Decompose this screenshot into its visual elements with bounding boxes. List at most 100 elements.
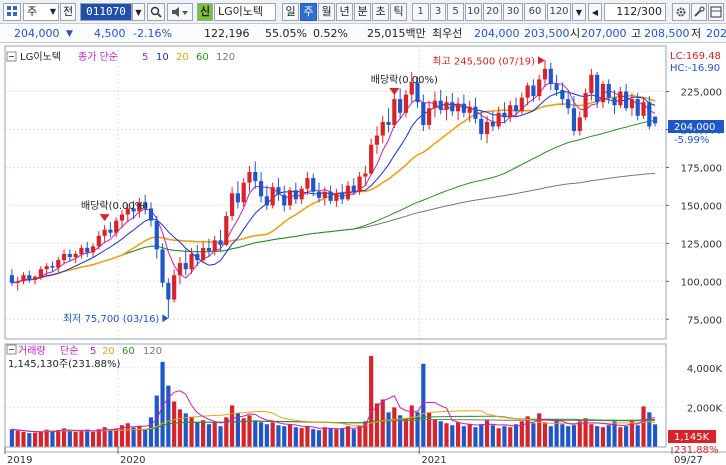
candle-body	[96, 235, 101, 247]
volume-bar	[299, 428, 304, 447]
period-button-6[interactable]: 틱	[390, 3, 407, 21]
period-button-3[interactable]: 년	[336, 3, 353, 21]
candle-body	[473, 106, 478, 119]
chevron-left-icon: ◀	[591, 8, 599, 17]
volume-bar	[270, 422, 275, 447]
settings-button[interactable]	[672, 3, 690, 21]
wrench-icon	[694, 6, 705, 17]
market-select[interactable]: 주 ▼	[23, 3, 59, 21]
tools-button[interactable]	[691, 3, 707, 21]
code-dropdown-button[interactable]: ▼	[132, 3, 145, 21]
volume-bar	[357, 425, 362, 447]
candle-body	[392, 99, 397, 125]
candle-body	[79, 247, 84, 254]
volume-bar	[90, 431, 96, 447]
candle-body	[85, 247, 90, 253]
volume-bar	[241, 418, 246, 447]
lc-label: LC:169.48	[670, 51, 721, 62]
legend-ma120: 120	[216, 52, 235, 63]
candle-body	[531, 85, 536, 97]
candle-body	[212, 240, 217, 251]
period-button-0[interactable]: 일	[282, 3, 299, 21]
candle-body	[589, 74, 594, 94]
turnover-ratio: 0.52%	[313, 27, 348, 40]
best-bid-price-2: 203,500	[524, 27, 570, 40]
interval-button-3[interactable]: 3	[430, 3, 446, 21]
candle-body	[235, 193, 240, 203]
volume-bar	[635, 425, 640, 447]
candle-body	[229, 193, 235, 217]
candle-body	[166, 282, 171, 300]
volume-bar	[444, 423, 449, 447]
volume-bar	[73, 431, 78, 447]
volume-bar	[525, 416, 530, 447]
candle-body	[172, 275, 177, 300]
volume-bar	[566, 426, 571, 447]
interval-button-1[interactable]: 1	[412, 3, 429, 21]
candle-body	[566, 99, 571, 109]
candle-body	[461, 103, 466, 113]
speaker-icon	[172, 7, 188, 17]
volume-bar	[264, 424, 269, 447]
period-button-2[interactable]: 월	[318, 3, 335, 21]
period-button-5[interactable]: 초	[372, 3, 389, 21]
chevron-down-icon: ▼	[135, 8, 142, 17]
price-tick-label: 225,000	[681, 88, 722, 99]
interval-button-5[interactable]: 5	[447, 3, 464, 21]
interval-button-30[interactable]: 30	[503, 3, 523, 21]
volume-bar	[479, 424, 484, 447]
candle-body	[73, 253, 78, 258]
volume-bar	[606, 425, 611, 447]
stock-code-input[interactable]: 011070	[80, 3, 132, 21]
period-button-4[interactable]: 분	[354, 3, 371, 21]
down-triangle-icon: ▼	[66, 29, 73, 39]
time-tick-label: 2020	[120, 455, 145, 465]
candle-body	[253, 172, 258, 182]
grid-icon	[7, 6, 17, 16]
stock-chart[interactable]: 최고 245,500 (07/19) 최저 75,700 (03/16) 배당락(0…	[0, 44, 726, 465]
interval-button-60[interactable]: 60	[524, 3, 546, 21]
nav-prev-button[interactable]: ◀	[588, 3, 602, 21]
candle-body	[548, 68, 553, 84]
candle-body	[363, 173, 368, 177]
time-tick-label: 2021	[421, 455, 446, 465]
layout-button[interactable]	[708, 3, 724, 21]
window-control-icon[interactable]	[3, 3, 21, 21]
volume-bar	[148, 417, 154, 447]
price-tick-label: 100,000	[681, 277, 722, 288]
sound-button[interactable]	[167, 3, 193, 21]
period-button-1[interactable]: 주	[300, 3, 317, 21]
volume-bar	[624, 426, 629, 447]
volume-bar	[253, 420, 258, 447]
search-button[interactable]	[147, 3, 165, 21]
candle-body	[450, 102, 455, 112]
interval-button-20[interactable]: 20	[483, 3, 502, 21]
last-price-label: 204,000	[674, 122, 715, 133]
volume-bar	[432, 419, 438, 447]
last-volume-ratio-label: 231.88%	[674, 445, 719, 456]
volume-bar	[276, 425, 281, 447]
candle-body	[595, 74, 600, 103]
candle-body	[299, 188, 304, 200]
candle-body	[322, 191, 327, 198]
volume-bar	[398, 415, 403, 447]
bar-count-field[interactable]: 112/300	[604, 3, 666, 21]
volume-bar	[311, 429, 316, 447]
volume-bar	[340, 428, 345, 447]
new-listing-badge[interactable]: 신	[197, 3, 213, 21]
candle-body	[537, 79, 542, 97]
dividend-annotation: 배당락(0.00%)	[371, 74, 438, 86]
candle-body	[224, 216, 229, 245]
interval-button-10[interactable]: 10	[465, 3, 482, 21]
high-label: 고	[631, 27, 642, 40]
volume-bar	[531, 423, 536, 447]
stock-name-field[interactable]: LG이노텍	[214, 3, 276, 21]
candle-body	[438, 100, 443, 110]
interval-button-120[interactable]: 120	[547, 3, 571, 21]
interval-dropdown-button[interactable]: ▼	[572, 3, 586, 21]
volume-bar	[195, 422, 200, 447]
candle-body	[9, 275, 14, 283]
chevron-down-icon: ▼	[575, 8, 583, 17]
time-tick-label: 2019	[7, 455, 32, 465]
period-select-button[interactable]: 전	[60, 3, 76, 21]
